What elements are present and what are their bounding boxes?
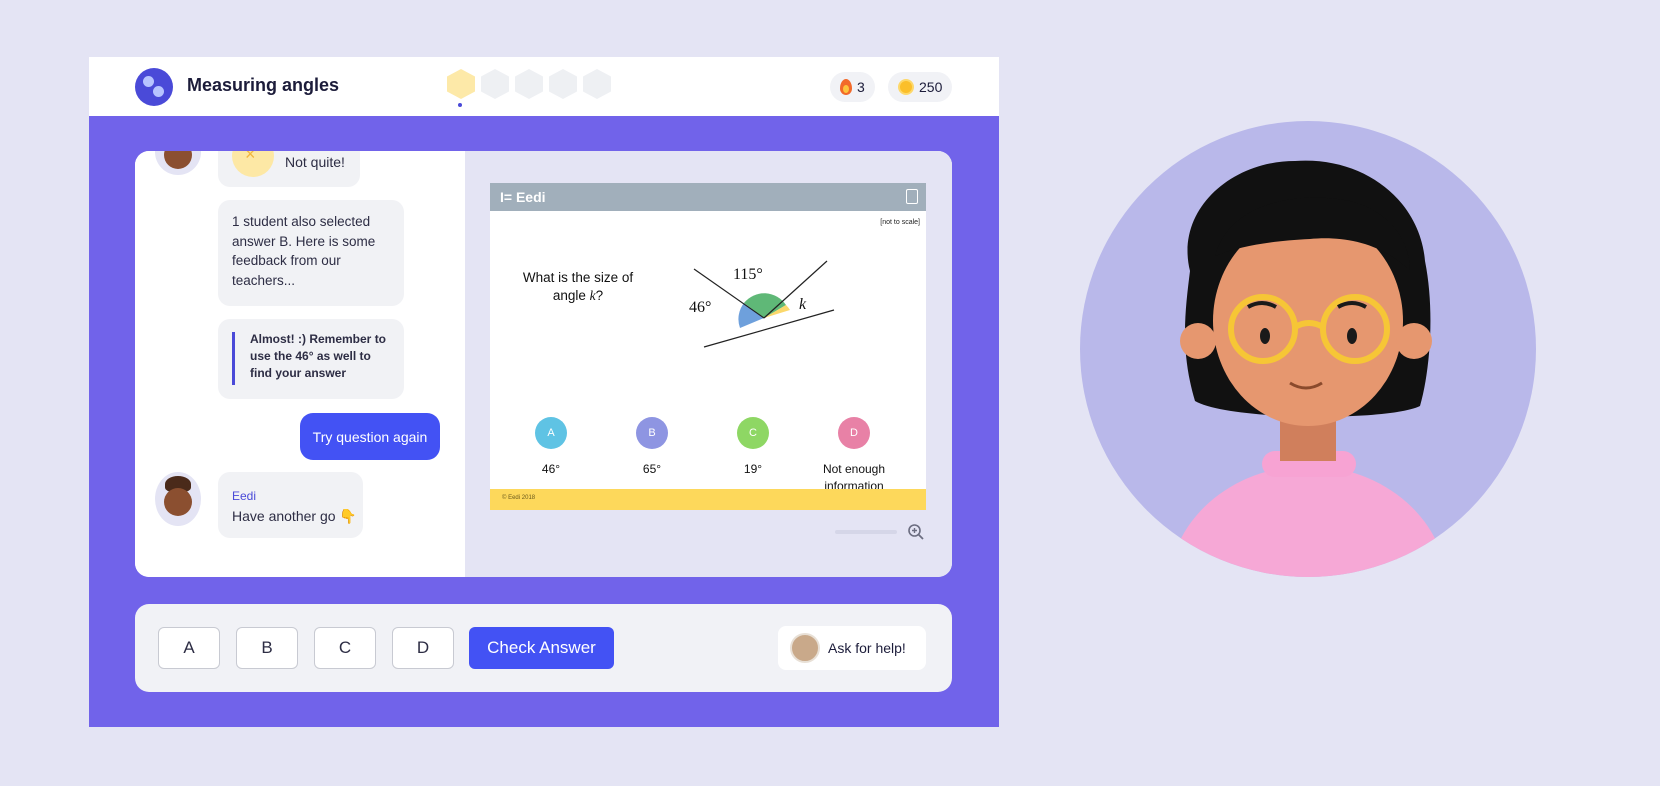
flame-icon <box>840 79 852 95</box>
eedi-message: Have another go 👇 <box>232 508 357 524</box>
progress-step-5 <box>583 69 611 99</box>
teacher-feedback-text: Almost! :) Remember to use the 46° as we… <box>250 332 387 380</box>
angle-label-46: 46° <box>689 299 711 316</box>
eedi-avatar <box>155 151 201 175</box>
eedi-logo[interactable] <box>135 68 173 106</box>
wrong-answer-icon <box>232 151 274 177</box>
question-image: I= Eedi [not to scale] What is the size … <box>490 183 926 510</box>
angle-diagram: 115° 46° k <box>689 260 835 348</box>
option-b-circle: B <box>636 417 668 449</box>
zoom-in-icon[interactable] <box>907 523 925 541</box>
eedi-brand: I= Eedi <box>500 189 546 205</box>
copyright: © Eedi 2018 <box>502 495 536 501</box>
check-answer-button[interactable]: Check Answer <box>469 627 614 669</box>
option-b: B 65° <box>602 417 702 478</box>
option-a-text: 46° <box>541 462 561 476</box>
quote-bar <box>232 332 235 385</box>
coins-badge: 250 <box>888 72 953 102</box>
coin-count: 250 <box>919 79 943 95</box>
question-header: I= Eedi <box>490 183 926 211</box>
current-step-indicator <box>458 103 462 107</box>
sender-name: Eedi <box>232 489 257 503</box>
progress-step-2 <box>481 69 509 99</box>
ask-for-help-button[interactable]: Ask for help! <box>778 626 926 670</box>
progress-step-4 <box>549 69 577 99</box>
tutor-avatar-illustration <box>1080 121 1536 577</box>
option-c-text: 19° <box>743 462 763 476</box>
top-bar: Measuring angles 3 250 <box>89 57 999 116</box>
not-quite-bubble: Not quite! <box>218 151 360 187</box>
question-text: What is the size of angle k? <box>522 270 634 303</box>
angle-label-115: 115° <box>733 266 763 283</box>
progress-step-3 <box>515 69 543 99</box>
progress-step-1 <box>447 69 475 99</box>
try-question-again-button[interactable]: Try question again <box>300 413 440 460</box>
info-bubble: 1 student also selected answer B. Here i… <box>218 200 404 306</box>
ask-for-help-label: Ask for help! <box>828 640 906 656</box>
scale-note: [not to scale] <box>880 219 920 226</box>
answer-bar: A B C D Check Answer Ask for help! <box>135 604 952 692</box>
teacher-feedback-bubble: Almost! :) Remember to use the 46° as we… <box>218 319 404 399</box>
option-a-circle: A <box>535 417 567 449</box>
angle-label-k: k <box>799 296 807 313</box>
option-d-circle: D <box>838 417 870 449</box>
streak-count: 3 <box>857 79 865 95</box>
eedi-message-bubble: Eedi Have another go 👇 <box>218 472 363 538</box>
question-pane: I= Eedi [not to scale] What is the size … <box>465 151 952 577</box>
eedi-avatar <box>155 472 201 526</box>
option-c: C 19° <box>703 417 803 478</box>
option-a: A 46° <box>501 417 601 478</box>
option-c-circle: C <box>737 417 769 449</box>
option-b-text: 65° <box>642 462 662 476</box>
option-d: D Not enough information <box>804 417 904 495</box>
no-calculator-icon <box>906 189 918 204</box>
zoom-slider[interactable] <box>835 530 897 534</box>
chat-panel[interactable]: Not quite! 1 student also selected answe… <box>135 151 465 577</box>
answer-b-button[interactable]: B <box>236 627 298 669</box>
lesson-title: Measuring angles <box>187 75 340 95</box>
question-footer: © Eedi 2018 <box>490 489 926 510</box>
coin-icon <box>898 79 914 95</box>
not-quite-text: Not quite! <box>285 154 345 170</box>
answer-c-button[interactable]: C <box>314 627 376 669</box>
streak-badge: 3 <box>830 72 875 102</box>
answer-a-button[interactable]: A <box>158 627 220 669</box>
teacher-avatar <box>790 633 820 663</box>
app-window: Measuring angles 3 250 Not quite! 1 stud… <box>89 57 999 727</box>
answer-d-button[interactable]: D <box>392 627 454 669</box>
lesson-card: Not quite! 1 student also selected answe… <box>135 151 952 577</box>
